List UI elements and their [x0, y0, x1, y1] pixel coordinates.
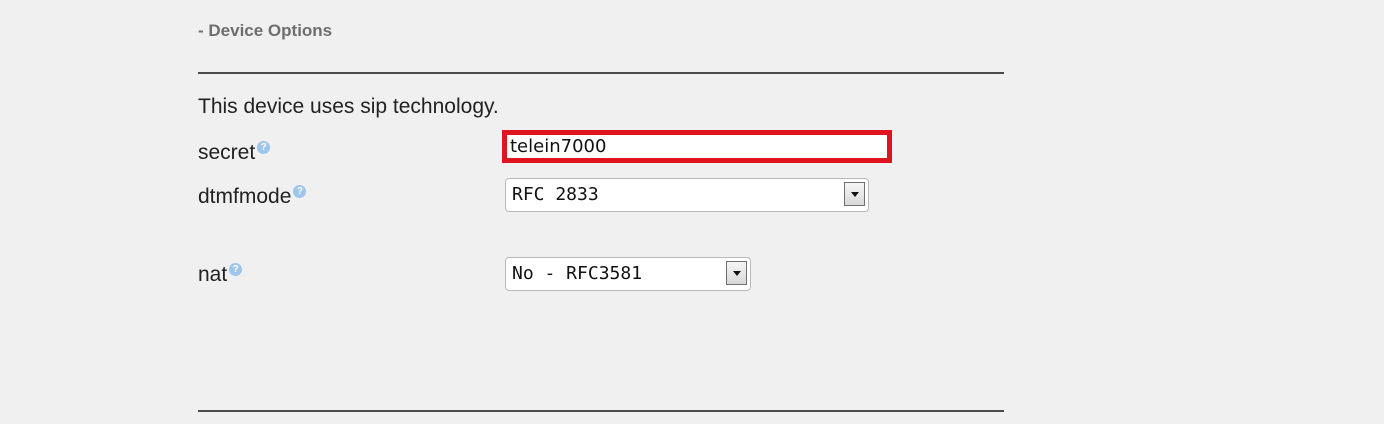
dtmfmode-label: dtmfmode: [198, 185, 292, 208]
dtmfmode-label-row: dtmfmode ?: [198, 185, 307, 209]
device-options-panel: - Device Options This device uses sip te…: [0, 0, 1384, 424]
device-options-toggle[interactable]: - Device Options: [198, 21, 332, 41]
dtmfmode-help-icon[interactable]: ?: [293, 185, 307, 198]
dtmfmode-selected-value: RFC 2833: [512, 184, 599, 205]
top-divider: [198, 72, 1004, 74]
secret-help-icon[interactable]: ?: [257, 141, 271, 154]
nat-dropdown-button[interactable]: [726, 261, 747, 285]
nat-label-row: nat ?: [198, 263, 243, 287]
secret-label-row: secret ?: [198, 141, 271, 165]
technology-note: This device uses sip technology.: [198, 95, 499, 118]
chevron-down-icon: [732, 270, 741, 276]
nat-selected-value: No - RFC3581: [512, 263, 643, 284]
bottom-divider: [198, 410, 1004, 412]
secret-input[interactable]: [502, 130, 892, 163]
chevron-down-icon: [850, 191, 859, 197]
dtmfmode-dropdown-button[interactable]: [844, 182, 865, 206]
dtmfmode-select[interactable]: RFC 2833: [505, 178, 869, 212]
secret-label: secret: [198, 141, 256, 164]
nat-select[interactable]: No - RFC3581: [505, 257, 751, 291]
nat-label: nat: [198, 263, 228, 286]
nat-help-icon[interactable]: ?: [229, 263, 243, 276]
